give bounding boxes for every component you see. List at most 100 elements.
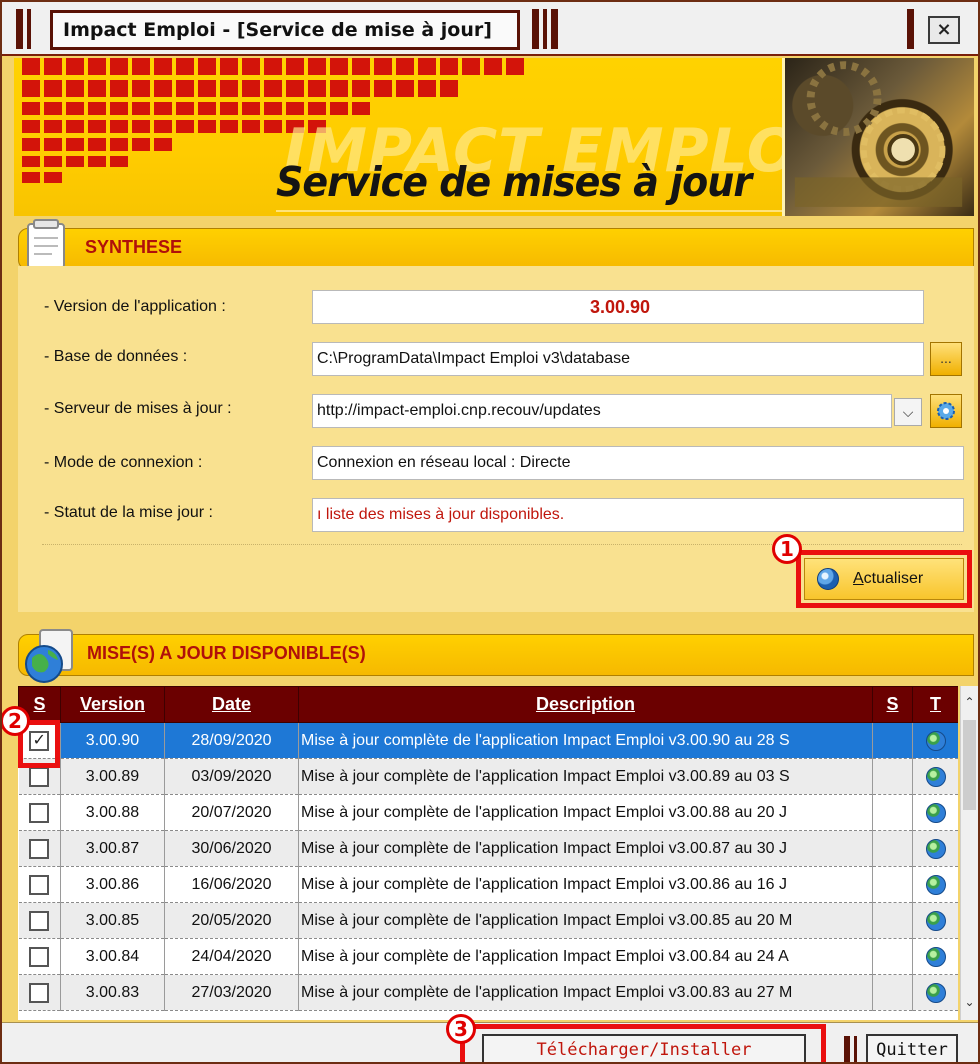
pixel-block bbox=[110, 58, 128, 75]
pixel-block bbox=[66, 80, 84, 97]
scroll-up-icon[interactable]: ⌃ bbox=[961, 690, 978, 714]
row-type bbox=[912, 974, 958, 1011]
pixel-block bbox=[154, 58, 172, 75]
version-label: - Version de l'application : bbox=[44, 298, 226, 315]
title-bar[interactable]: Impact Emploi - [Service de mise à jour]… bbox=[2, 2, 978, 56]
checkbox[interactable] bbox=[29, 910, 50, 931]
checkbox[interactable] bbox=[29, 802, 50, 823]
checkbox[interactable] bbox=[29, 874, 50, 895]
database-field[interactable]: C:\ProgramData\Impact Emploi v3\database bbox=[312, 342, 924, 376]
table-header-row: S Version Date Description S T bbox=[18, 686, 958, 723]
server-settings-button[interactable] bbox=[930, 394, 962, 428]
row-size bbox=[872, 938, 913, 975]
title-decor-right bbox=[532, 9, 558, 49]
row-description: Mise à jour complète de l'application Im… bbox=[298, 866, 873, 903]
pixel-block bbox=[220, 58, 238, 75]
checkbox[interactable] bbox=[29, 838, 50, 859]
footer-decor-2 bbox=[854, 1036, 857, 1062]
pixel-block bbox=[308, 80, 326, 97]
row-size bbox=[872, 866, 913, 903]
checkbox[interactable] bbox=[29, 946, 50, 967]
row-type bbox=[912, 794, 958, 831]
table-row[interactable]: 3.00.87 30/06/2020 Mise à jour complète de… bbox=[18, 830, 958, 867]
title-decor-left bbox=[16, 9, 31, 49]
pixel-block bbox=[506, 58, 524, 75]
pixel-block bbox=[440, 58, 458, 75]
quit-button[interactable]: Quitter bbox=[866, 1034, 958, 1062]
row-select-checkbox[interactable] bbox=[18, 866, 61, 903]
banner-divider bbox=[276, 210, 786, 212]
step-badge-1: 1 bbox=[772, 534, 802, 564]
pixel-block bbox=[154, 80, 172, 97]
pixel-block bbox=[176, 80, 194, 97]
table-row[interactable]: 3.00.86 16/06/2020 Mise à jour complète de… bbox=[18, 866, 958, 903]
row-date: 20/05/2020 bbox=[164, 902, 299, 939]
table-row[interactable]: 3.00.85 20/05/2020 Mise à jour complète de… bbox=[18, 902, 958, 939]
pixel-block bbox=[264, 80, 282, 97]
pixel-block bbox=[264, 120, 282, 133]
globe-icon bbox=[25, 629, 73, 683]
globe-icon bbox=[925, 982, 946, 1003]
pixel-block bbox=[88, 138, 106, 151]
pixel-block bbox=[66, 120, 84, 133]
pixel-block bbox=[154, 102, 172, 115]
table-row[interactable]: 3.00.84 24/04/2020 Mise à jour complète de… bbox=[18, 938, 958, 975]
column-type[interactable]: T bbox=[912, 686, 958, 723]
pixel-block bbox=[264, 58, 282, 75]
table-row[interactable]: 3.00.89 03/09/2020 Mise à jour complète de… bbox=[18, 758, 958, 795]
scroll-thumb[interactable] bbox=[963, 720, 976, 810]
row-select-checkbox[interactable] bbox=[18, 974, 61, 1011]
updates-title: MISE(S) A JOUR DISPONIBLE(S) bbox=[87, 643, 366, 663]
chevron-down-icon[interactable]: ⌵ bbox=[894, 398, 922, 426]
table-row[interactable]: 3.00.88 20/07/2020 Mise à jour complète de… bbox=[18, 794, 958, 831]
pixel-block bbox=[374, 80, 392, 97]
pixel-block bbox=[132, 138, 150, 151]
row-date: 27/03/2020 bbox=[164, 974, 299, 1011]
pixel-block bbox=[396, 80, 414, 97]
scroll-down-icon[interactable]: ⌄ bbox=[961, 990, 978, 1014]
banner-title: Service de mises à jour bbox=[276, 158, 752, 206]
checkbox[interactable] bbox=[29, 982, 50, 1003]
row-select-checkbox[interactable] bbox=[18, 830, 61, 867]
pixel-block bbox=[132, 80, 150, 97]
column-size[interactable]: S bbox=[872, 686, 913, 723]
pixel-block bbox=[88, 120, 106, 133]
highlight-install bbox=[460, 1024, 826, 1062]
pixel-block bbox=[418, 58, 436, 75]
footer-decor bbox=[844, 1036, 850, 1062]
server-select[interactable]: http://impact-emploi.cnp.recouv/updates bbox=[312, 394, 892, 428]
globe-icon bbox=[925, 838, 946, 859]
pixel-block bbox=[66, 58, 84, 75]
browse-database-button[interactable]: ... bbox=[930, 342, 962, 376]
vertical-scrollbar[interactable]: ⌃ ⌄ bbox=[960, 686, 978, 1020]
column-version[interactable]: Version bbox=[60, 686, 165, 723]
step-badge-2: 2 bbox=[2, 706, 30, 736]
row-date: 16/06/2020 bbox=[164, 866, 299, 903]
pixel-block bbox=[198, 102, 216, 115]
settings-icon bbox=[937, 402, 955, 420]
row-version: 3.00.85 bbox=[60, 902, 165, 939]
pixel-block bbox=[176, 120, 194, 133]
checkbox[interactable] bbox=[29, 766, 50, 787]
row-select-checkbox[interactable] bbox=[18, 902, 61, 939]
table-row[interactable]: ✓ 3.00.90 28/09/2020 Mise à jour complète d… bbox=[18, 722, 958, 759]
updates-table: S Version Date Description S T ✓ 3.00.90 2… bbox=[18, 686, 958, 1020]
step-badge-3: 3 bbox=[446, 1014, 476, 1044]
row-description: Mise à jour complète de l'application Im… bbox=[298, 758, 873, 795]
column-description[interactable]: Description bbox=[298, 686, 873, 723]
row-select-checkbox[interactable] bbox=[18, 938, 61, 975]
pixel-block bbox=[88, 80, 106, 97]
table-row[interactable]: 3.00.83 27/03/2020 Mise à jour complète de… bbox=[18, 974, 958, 1011]
status-field: ı liste des mises à jour disponibles. bbox=[312, 498, 964, 532]
close-button[interactable]: × bbox=[928, 16, 960, 44]
pixel-block bbox=[44, 172, 62, 183]
column-date[interactable]: Date bbox=[164, 686, 299, 723]
updates-grid: S Version Date Description S T ✓ 3.00.90 2… bbox=[18, 686, 958, 1011]
pixel-block bbox=[352, 80, 370, 97]
globe-icon bbox=[925, 766, 946, 787]
row-select-checkbox[interactable] bbox=[18, 794, 61, 831]
version-field: 3.00.90 bbox=[312, 290, 924, 324]
gear-icon bbox=[794, 61, 963, 207]
synthese-header: SYNTHESE bbox=[18, 228, 974, 270]
pixel-block bbox=[242, 80, 260, 97]
